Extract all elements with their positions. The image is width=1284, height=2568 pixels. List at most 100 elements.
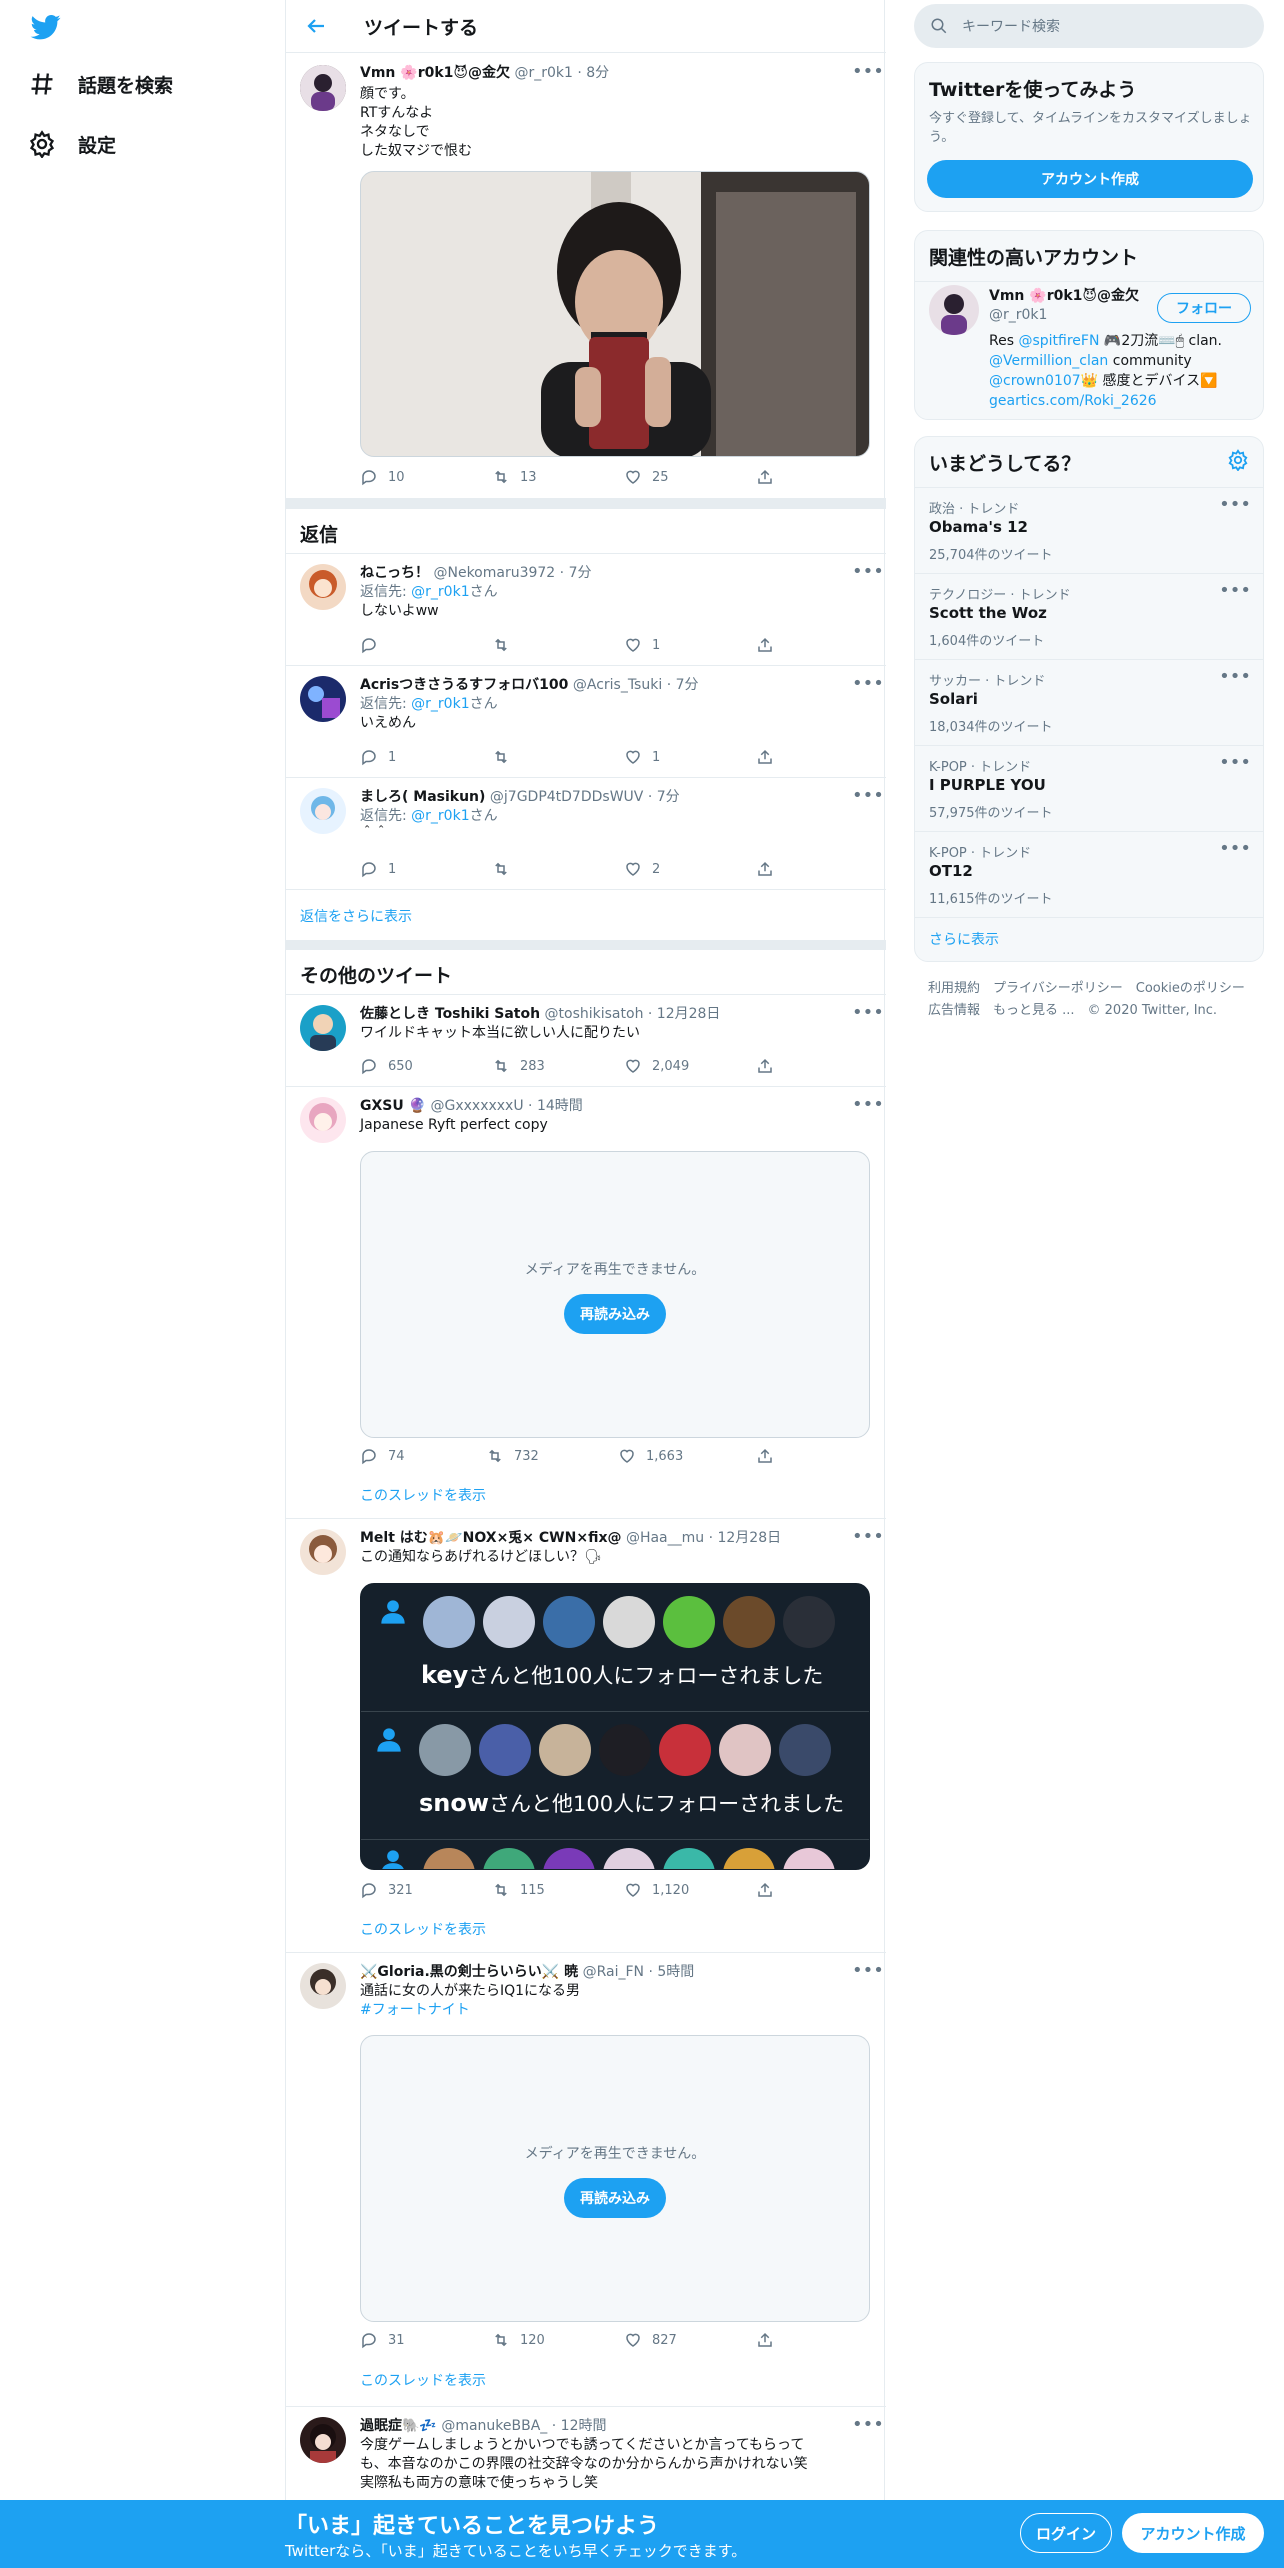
like-button[interactable]: 1 (624, 748, 660, 766)
avatar[interactable] (300, 788, 346, 834)
author-handle[interactable]: @Acris_Tsuki (573, 677, 662, 693)
more-icon[interactable]: ••• (852, 2416, 884, 2434)
share-button[interactable] (756, 468, 774, 486)
show-thread-link[interactable]: このスレッドを表示 (360, 2370, 486, 2390)
avatar[interactable] (300, 2417, 346, 2463)
reply-button[interactable]: 1 (360, 748, 396, 766)
author-name[interactable]: Acrisつきさうるすフォロバ100 (360, 677, 568, 693)
retweet-button[interactable]: 732 (486, 1447, 539, 1465)
reply-to-link[interactable]: @r_r0k1 (411, 584, 469, 600)
reply-to-link[interactable]: @r_r0k1 (411, 808, 469, 824)
avatar[interactable] (300, 564, 346, 610)
author-name[interactable]: ましろ( Masikun) (360, 789, 485, 805)
reply-button[interactable]: 31 (360, 2331, 405, 2349)
tweet-time[interactable]: · 12月28日 (648, 1006, 721, 1022)
reply-button[interactable] (360, 636, 388, 654)
share-button[interactable] (756, 1057, 774, 1075)
more-icon[interactable]: ••• (852, 787, 884, 805)
twitter-bird-icon[interactable] (28, 12, 64, 42)
show-thread-link[interactable]: このスレッドを表示 (360, 1919, 486, 1939)
reply-button[interactable]: 321 (360, 1881, 413, 1899)
avatar[interactable] (300, 1963, 346, 2009)
share-button[interactable] (756, 2331, 774, 2349)
more-icon[interactable]: ••• (852, 675, 884, 693)
author-name[interactable]: ⚔️Gloria.黒の剣士らいらい⚔️ 暁 (360, 1964, 578, 1980)
nav-explore[interactable]: 話題を検索 (28, 70, 173, 98)
tweet-time[interactable]: · 12時間 (552, 2418, 607, 2434)
tweet-photo[interactable] (360, 171, 870, 457)
author-handle[interactable]: @manukeBBA_ (441, 2418, 547, 2434)
more-icon[interactable]: ••• (1219, 838, 1251, 859)
other-tweet[interactable]: 佐藤としき Toshiki Satoh @toshikisatoh · 12月2… (286, 995, 886, 1087)
like-button[interactable]: 2 (624, 860, 660, 878)
like-button[interactable]: 25 (624, 468, 669, 486)
bio-link[interactable]: @Vermillion_clan (989, 353, 1108, 369)
bio-link[interactable]: @spitfireFN (1018, 333, 1099, 349)
signup-button[interactable]: アカウント作成 (1122, 2513, 1264, 2553)
trend-item[interactable]: K-POP · トレンド OT12 11,615件のツイート ••• (915, 831, 1263, 917)
reload-button[interactable]: 再読み込み (564, 2178, 666, 2218)
author-name[interactable]: ねこっち！ (360, 565, 429, 581)
reply-tweet[interactable]: ましろ( Masikun) @j7GDP4tD7DDsWUV · 7分 ••• … (286, 778, 886, 890)
author-name[interactable]: GXSU 🔮 (360, 1098, 426, 1114)
show-more-replies-link[interactable]: 返信をさらに表示 (300, 906, 412, 926)
other-tweet[interactable]: ⚔️Gloria.黒の剣士らいらい⚔️ 暁 @Rai_FN · 5時間 ••• … (286, 1953, 886, 2407)
account-handle[interactable]: @r_r0k1 (989, 306, 1139, 325)
hashtag-link[interactable]: #フォートナイト (360, 2001, 580, 2020)
tweet-time[interactable]: · 14時間 (528, 1098, 583, 1114)
other-tweet[interactable]: GXSU 🔮 @GxxxxxxxU · 14時間 ••• Japanese Ry… (286, 1087, 886, 1519)
author-handle[interactable]: @j7GDP4tD7DDsWUV (490, 789, 643, 805)
author-name[interactable]: 佐藤としき Toshiki Satoh (360, 1006, 540, 1022)
avatar[interactable] (300, 1097, 346, 1143)
search-input[interactable]: キーワード検索 (962, 16, 1060, 36)
avatar[interactable] (300, 1005, 346, 1051)
gear-icon[interactable] (1227, 449, 1249, 471)
more-icon[interactable]: ••• (1219, 494, 1251, 515)
reply-tweet[interactable]: ねこっち！ @Nekomaru3972 · 7分 ••• 返信先: @r_r0k… (286, 554, 886, 666)
author-handle[interactable]: @r_r0k1 (514, 65, 572, 81)
author-name[interactable]: Melt はむ🐹🪐NOX×兎× CWN×fix@ (360, 1530, 621, 1546)
share-button[interactable] (756, 748, 774, 766)
bio-link[interactable]: geartics.com/Roki_2626 (989, 393, 1157, 409)
author-handle[interactable]: @GxxxxxxxU (431, 1098, 524, 1114)
share-button[interactable] (756, 860, 774, 878)
tweet-time[interactable]: · 5時間 (648, 1964, 694, 1980)
reload-button[interactable]: 再読み込み (564, 1294, 666, 1334)
more-icon[interactable]: ••• (852, 63, 884, 81)
main-tweet[interactable]: Vmn 🌸r0k1😈@金欠 @r_r0k1 · 8分 ••• 顔です。 RTすん… (286, 53, 886, 499)
author-name[interactable]: Vmn 🌸r0k1😈@金欠 (360, 65, 510, 81)
create-account-button[interactable]: アカウント作成 (927, 160, 1253, 198)
tweet-time[interactable]: · 12月28日 (709, 1530, 782, 1546)
more-icon[interactable]: ••• (1219, 752, 1251, 773)
reply-to-link[interactable]: @r_r0k1 (411, 696, 469, 712)
reply-button[interactable]: 650 (360, 1057, 413, 1075)
trend-item[interactable]: テクノロジー · トレンド Scott the Woz 1,604件のツイート … (915, 573, 1263, 659)
avatar[interactable] (929, 285, 979, 335)
more-icon[interactable]: ••• (1219, 580, 1251, 601)
more-icon[interactable]: ••• (852, 1962, 884, 1980)
like-button[interactable]: 1 (624, 636, 660, 654)
avatar[interactable] (300, 65, 346, 111)
reply-button[interactable]: 74 (360, 1447, 405, 1465)
share-button[interactable] (756, 1447, 774, 1465)
nav-settings[interactable]: 設定 (28, 130, 116, 158)
like-button[interactable]: 827 (624, 2331, 677, 2349)
retweet-button[interactable]: 115 (492, 1881, 545, 1899)
share-button[interactable] (756, 1881, 774, 1899)
avatar[interactable] (300, 1529, 346, 1575)
trend-item[interactable]: K-POP · トレンド I PURPLE YOU 57,975件のツイート •… (915, 745, 1263, 831)
share-button[interactable] (756, 636, 774, 654)
author-name[interactable]: 過眠症🐘💤 (360, 2418, 437, 2434)
retweet-button[interactable] (492, 748, 520, 766)
more-icon[interactable]: ••• (852, 1528, 884, 1546)
retweet-button[interactable]: 283 (492, 1057, 545, 1075)
video-player[interactable]: メディアを再生できません。 再読み込み (360, 1151, 870, 1438)
author-handle[interactable]: @toshikisatoh (545, 1006, 644, 1022)
tweet-time[interactable]: · 7分 (667, 677, 699, 693)
retweet-button[interactable] (492, 636, 520, 654)
tweet-time[interactable]: · 7分 (648, 789, 680, 805)
trend-item[interactable]: 政治 · トレンド Obama's 12 25,704件のツイート ••• (915, 487, 1263, 573)
reply-tweet[interactable]: Acrisつきさうるすフォロバ100 @Acris_Tsuki · 7分 •••… (286, 666, 886, 778)
tweet-time[interactable]: · 8分 (577, 65, 609, 81)
more-icon[interactable]: ••• (852, 1004, 884, 1022)
